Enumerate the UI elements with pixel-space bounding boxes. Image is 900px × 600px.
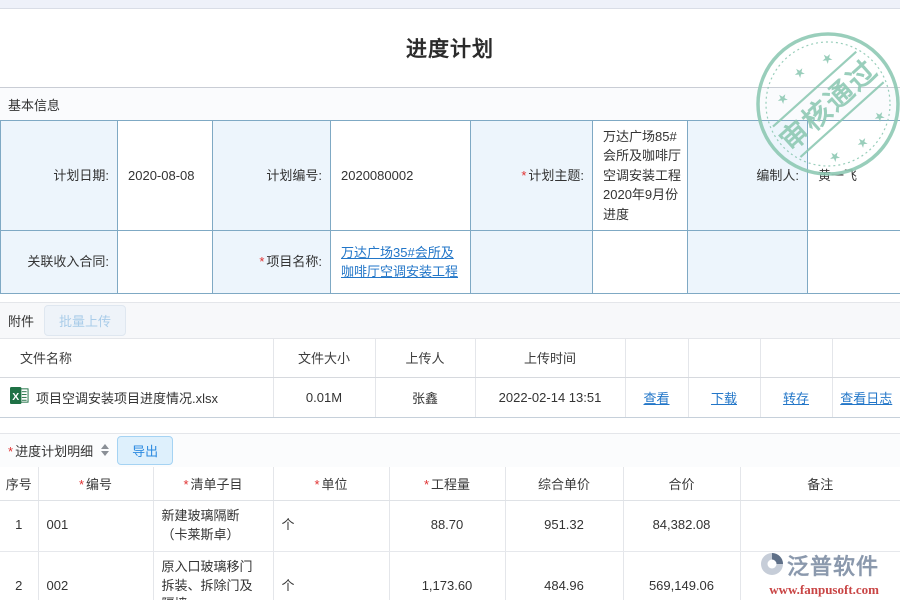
top-strip (0, 0, 900, 9)
detail-row: 1 001 新建玻璃隔断（卡莱斯卓） 个 88.70 951.32 84,382… (0, 501, 900, 552)
unit-cell: 个 (273, 551, 389, 600)
plan-subject-value: 万达广场85#会所及咖啡厅空调安装工程2020年9月份进度 (593, 121, 688, 231)
view-log-link[interactable]: 查看日志 (840, 391, 892, 406)
code-cell: 002 (38, 551, 153, 600)
author-label: 编制人: (688, 121, 808, 231)
vendor-name: 泛普软件 (787, 549, 879, 581)
col-quantity: *工程量 (389, 467, 505, 501)
seq-cell: 1 (0, 501, 38, 552)
export-button[interactable]: 导出 (117, 436, 173, 465)
basic-info-title: 基本信息 (8, 95, 60, 114)
unit-cell: 个 (273, 501, 389, 552)
plan-date-label: 计划日期: (1, 121, 118, 231)
page: 进度计划 基本信息 计划日期: 2020-08-08 计划编号: 2020080… (0, 0, 900, 600)
required-asterisk: * (183, 477, 188, 492)
quantity-cell: 88.70 (389, 501, 505, 552)
unit-price-cell: 951.32 (505, 501, 623, 552)
detail-title: *进度计划明细 (8, 441, 93, 460)
attachment-row: X 项目空调安装项目进度情况.xlsx 0.01M 张鑫 2022-02-14 … (0, 377, 900, 417)
required-asterisk: * (314, 477, 319, 492)
required-asterisk: * (79, 477, 84, 492)
col-file-size: 文件大小 (273, 339, 375, 377)
seq-cell: 2 (0, 551, 38, 600)
attachments-table: 文件名称 文件大小 上传人 上传时间 (0, 339, 900, 418)
col-code: *编号 (38, 467, 153, 501)
col-uploader: 上传人 (375, 339, 475, 377)
project-name-value: 万达广场35#会所及咖啡厅空调安装工程 (331, 231, 471, 294)
vendor-logo-icon (760, 552, 784, 579)
empty-value-cell (808, 231, 900, 294)
plan-no-label: 计划编号: (213, 121, 331, 231)
col-action (688, 339, 760, 377)
attachments-header-row: 文件名称 文件大小 上传人 上传时间 (0, 339, 900, 377)
col-unit: *单位 (273, 467, 389, 501)
item-cell: 新建玻璃隔断（卡莱斯卓） (153, 501, 273, 552)
file-uploader: 张鑫 (375, 377, 475, 417)
quantity-cell: 1,173.60 (389, 551, 505, 600)
required-asterisk: * (521, 168, 526, 183)
author-value: 黄一飞 (808, 121, 900, 231)
file-action-cell: 转存 (760, 377, 832, 417)
required-asterisk: * (8, 444, 13, 459)
view-link[interactable]: 查看 (643, 391, 669, 406)
save-as-link[interactable]: 转存 (783, 391, 809, 406)
col-action (760, 339, 832, 377)
required-asterisk: * (424, 477, 429, 492)
empty-value-cell (593, 231, 688, 294)
file-size: 0.01M (273, 377, 375, 417)
basic-info-header: 基本信息 (0, 87, 900, 120)
empty-label-cell (688, 231, 808, 294)
detail-header-row: 序号 *编号 *清单子目 *单位 *工程量 综合单价 合价 备注 (0, 467, 900, 501)
remark-cell (740, 501, 900, 552)
basic-info-form: 计划日期: 2020-08-08 计划编号: 2020080002 *计划主题:… (0, 120, 900, 294)
sort-icon[interactable] (101, 444, 109, 456)
project-name-label: *项目名称: (213, 231, 331, 294)
title-bar: 进度计划 (0, 9, 900, 87)
plan-no-value: 2020080002 (331, 121, 471, 231)
col-total: 合价 (623, 467, 740, 501)
page-title: 进度计划 (406, 33, 494, 63)
detail-header: *进度计划明细 导出 (0, 433, 900, 467)
col-remark: 备注 (740, 467, 900, 501)
related-contract-value (118, 231, 213, 294)
batch-upload-button[interactable]: 批量上传 (44, 305, 126, 336)
item-cell: 原入口玻璃移门拆装、拆除门及隔墙 (153, 551, 273, 600)
file-name: 项目空调安装项目进度情况.xlsx (36, 388, 218, 407)
file-name-cell: X 项目空调安装项目进度情况.xlsx (0, 377, 273, 417)
project-name-link[interactable]: 万达广场35#会所及咖啡厅空调安装工程 (341, 245, 458, 280)
col-action (832, 339, 900, 377)
col-file-name: 文件名称 (0, 339, 273, 377)
svg-text:X: X (12, 392, 19, 403)
vendor-logo: 泛普软件 www.fanpusoft.com (760, 549, 879, 598)
empty-label-cell (471, 231, 593, 294)
unit-price-cell: 484.96 (505, 551, 623, 600)
attachments-header: 附件 批量上传 (0, 302, 900, 339)
total-cell: 569,149.06 (623, 551, 740, 600)
file-action-cell: 查看日志 (832, 377, 900, 417)
vendor-url: www.fanpusoft.com (760, 582, 879, 598)
col-action (625, 339, 688, 377)
file-action-cell: 下载 (688, 377, 760, 417)
col-seq: 序号 (0, 467, 38, 501)
code-cell: 001 (38, 501, 153, 552)
col-unit-price: 综合单价 (505, 467, 623, 501)
file-upload-time: 2022-02-14 13:51 (475, 377, 625, 417)
related-contract-label: 关联收入合同: (1, 231, 118, 294)
file-action-cell: 查看 (625, 377, 688, 417)
plan-date-value: 2020-08-08 (118, 121, 213, 231)
download-link[interactable]: 下载 (711, 391, 737, 406)
plan-subject-label: *计划主题: (471, 121, 593, 231)
col-upload-time: 上传时间 (475, 339, 625, 377)
col-item: *清单子目 (153, 467, 273, 501)
total-cell: 84,382.08 (623, 501, 740, 552)
required-asterisk: * (259, 254, 264, 269)
excel-file-icon: X (10, 386, 29, 408)
attachments-title: 附件 (8, 311, 34, 330)
